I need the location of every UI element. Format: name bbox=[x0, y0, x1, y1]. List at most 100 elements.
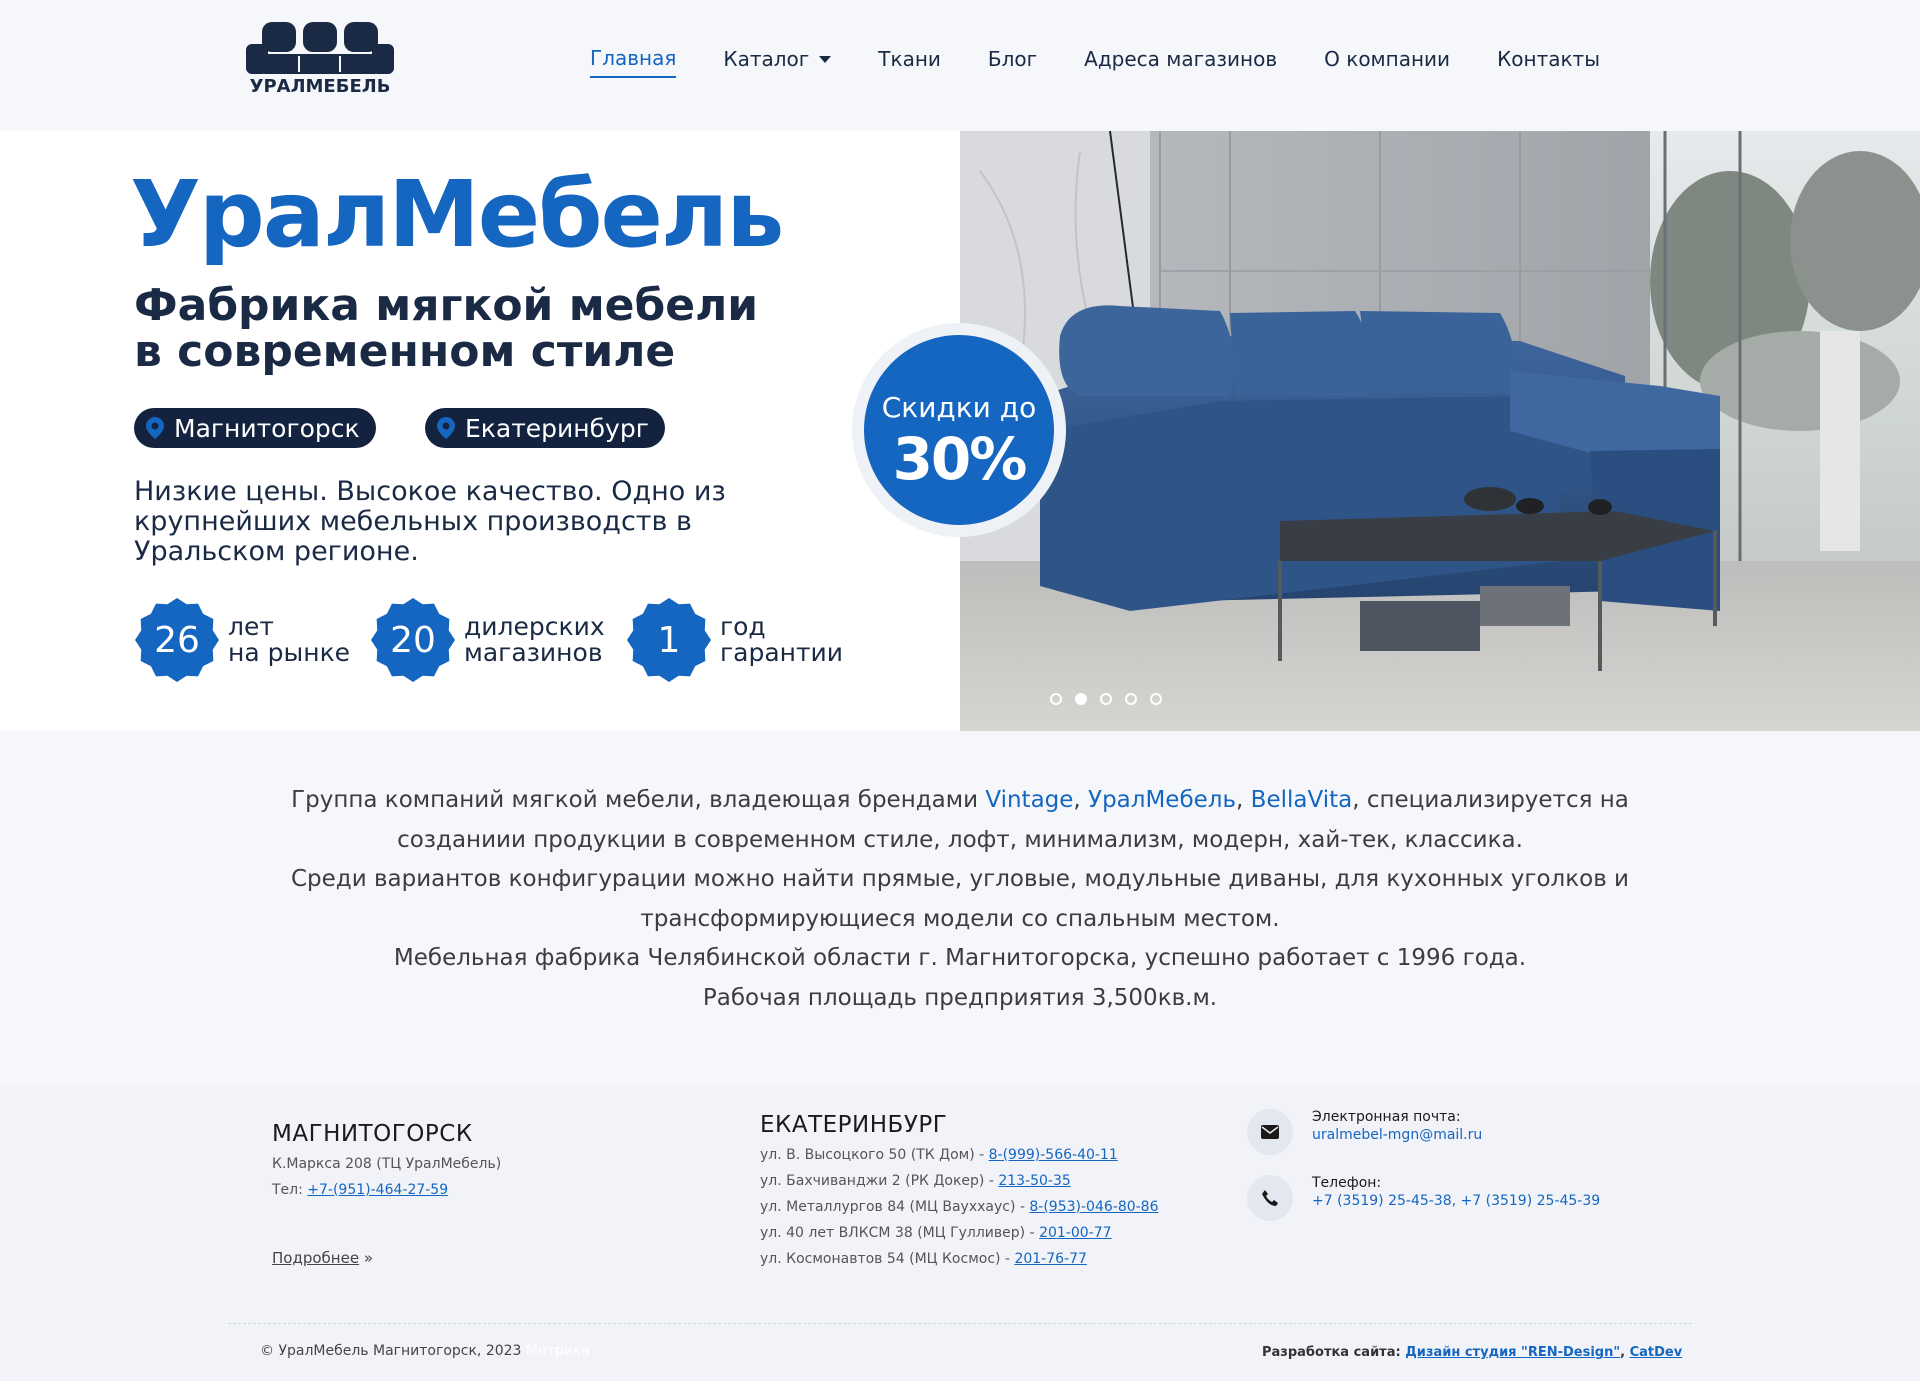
store-phone-link[interactable]: 8-(999)-566-40-11 bbox=[989, 1147, 1118, 1163]
location-pin-icon bbox=[437, 417, 455, 439]
contact-email-link[interactable]: uralmebel-mgn@mail.ru bbox=[1312, 1125, 1482, 1145]
nav-store-addresses-label: Адреса магазинов bbox=[1084, 47, 1278, 71]
more-arrow: » bbox=[359, 1249, 373, 1267]
about-text-part: , bbox=[1073, 787, 1089, 813]
slider-dot[interactable] bbox=[1100, 693, 1112, 705]
about-section: Группа компаний мягкой мебели, владеющая… bbox=[0, 731, 1920, 1085]
footer-ekaterinburg: ЕКАТЕРИНБУРГ ул. В. Высоцкого 50 (ТК Дом… bbox=[760, 1112, 1159, 1272]
city-pill-label: Екатеринбург bbox=[465, 413, 649, 443]
slider-dot[interactable] bbox=[1125, 693, 1137, 705]
nav-home[interactable]: Главная bbox=[590, 46, 677, 78]
logo-text: УРАЛМЕБЕЛЬ bbox=[249, 76, 391, 97]
contact-phone: Телефон: +7 (3519) 25-45-38, +7 (3519) 2… bbox=[1247, 1175, 1600, 1221]
nav-about[interactable]: О компании bbox=[1324, 46, 1450, 78]
city-pill-magnitogorsk[interactable]: Магнитогорск bbox=[134, 408, 376, 448]
site-logo[interactable]: УРАЛМЕБЕЛЬ bbox=[246, 20, 394, 102]
slider-pagination bbox=[1050, 693, 1162, 705]
nav-fabrics-label: Ткани bbox=[878, 47, 941, 71]
slider-dot[interactable] bbox=[1150, 693, 1162, 705]
store-list: ул. В. Высоцкого 50 (ТК Дом) - 8-(999)-5… bbox=[760, 1142, 1159, 1272]
city-pill-label: Магнитогорск bbox=[174, 413, 360, 443]
stat-badge: 20 bbox=[370, 597, 456, 683]
store-address: ул. В. Высоцкого 50 (ТК Дом) - bbox=[760, 1147, 989, 1163]
store-address: ул. Бахчиванджи 2 (РК Докер) - bbox=[760, 1173, 999, 1189]
more-link[interactable]: Подробнее bbox=[272, 1249, 359, 1267]
stat-value: 1 bbox=[657, 619, 681, 661]
stat-label: лет на рынке bbox=[228, 612, 351, 667]
hero-banner: УралМебель Фабрика мягкой мебели в совре… bbox=[0, 131, 1920, 731]
nav-catalog[interactable]: Каталог bbox=[723, 46, 832, 78]
stat-label: год гарантии bbox=[720, 612, 844, 667]
stat-value: 20 bbox=[390, 619, 436, 661]
stat-warranty: 1 год гарантии bbox=[626, 597, 843, 683]
footer-phone-line: Тел: +7-(951)-464-27-59 bbox=[272, 1177, 501, 1203]
store-item: ул. Космонавтов 54 (МЦ Космос) - 201-76-… bbox=[760, 1246, 1159, 1272]
footer-magnitogorsk: МАГНИТОГОРСК К.Маркса 208 (ТЦ УралМебель… bbox=[272, 1121, 501, 1203]
store-address: ул. 40 лет ВЛКСМ 38 (МЦ Гулливер) - bbox=[760, 1225, 1040, 1241]
more-link-row: Подробнее » bbox=[272, 1249, 373, 1267]
discount-circle: Скидки до 30% bbox=[864, 335, 1054, 525]
developer-credit: Разработка сайта: Дизайн студия "REN-Des… bbox=[1262, 1345, 1682, 1360]
store-item: ул. Бахчиванджи 2 (РК Докер) - 213-50-35 bbox=[760, 1168, 1159, 1194]
store-phone-link[interactable]: 8-(953)-046-80-86 bbox=[1029, 1199, 1158, 1215]
contact-email-label: Электронная почта: bbox=[1312, 1109, 1461, 1125]
nav-store-addresses[interactable]: Адреса магазинов bbox=[1084, 46, 1277, 78]
city-pill-ekaterinburg[interactable]: Екатеринбург bbox=[425, 408, 665, 448]
hero-tagline: Низкие цены. Высокое качество. Одно из к… bbox=[134, 476, 726, 567]
slider-dot-active[interactable] bbox=[1075, 693, 1087, 705]
footer-city-title: ЕКАТЕРИНБУРГ bbox=[760, 1112, 948, 1138]
store-phone-link[interactable]: 213-50-35 bbox=[998, 1173, 1070, 1189]
store-address: ул. Металлургов 84 (МЦ Вауххаус) - bbox=[760, 1199, 1030, 1215]
contact-phone-body: Телефон: +7 (3519) 25-45-38, +7 (3519) 2… bbox=[1312, 1175, 1600, 1221]
site-header: УРАЛМЕБЕЛЬ Главная Каталог Ткани Блог Ад… bbox=[0, 0, 1920, 131]
contact-phone-numbers[interactable]: +7 (3519) 25-45-38, +7 (3519) 25-45-39 bbox=[1312, 1191, 1600, 1211]
contact-email: Электронная почта: uralmebel-mgn@mail.ru bbox=[1247, 1109, 1482, 1155]
location-pin-icon bbox=[146, 417, 164, 439]
brand-link-vintage[interactable]: Vintage bbox=[985, 787, 1073, 813]
stat-years: 26 лет на рынке bbox=[134, 597, 350, 683]
store-item: ул. В. Высоцкого 50 (ТК Дом) - 8-(999)-5… bbox=[760, 1142, 1159, 1168]
developer-catdev-link[interactable]: CatDev bbox=[1630, 1345, 1683, 1360]
nav-contacts[interactable]: Контакты bbox=[1497, 46, 1600, 78]
site-footer: МАГНИТОГОРСК К.Маркса 208 (ТЦ УралМебель… bbox=[0, 1085, 1920, 1381]
nav-blog[interactable]: Блог bbox=[988, 46, 1037, 78]
store-phone-link[interactable]: 201-76-77 bbox=[1014, 1251, 1086, 1267]
stat-badge: 1 bbox=[626, 597, 712, 683]
footer-phone-label: Тел: bbox=[272, 1182, 308, 1198]
nav-catalog-label: Каталог bbox=[723, 47, 810, 71]
store-address: ул. Космонавтов 54 (МЦ Космос) - bbox=[760, 1251, 1015, 1267]
nav-home-label: Главная bbox=[590, 46, 677, 70]
about-text-part: Среди вариантов конфигурации можно найти… bbox=[290, 866, 1630, 932]
stat-dealers: 20 дилерских магазинов bbox=[370, 597, 605, 683]
contact-email-body: Электронная почта: uralmebel-mgn@mail.ru bbox=[1312, 1109, 1482, 1155]
brand-link-uralmebel[interactable]: УралМебель bbox=[1088, 787, 1236, 813]
footer-address: К.Маркса 208 (ТЦ УралМебель) bbox=[272, 1156, 502, 1172]
brand-link-bellavita[interactable]: BellaVita bbox=[1251, 787, 1353, 813]
developer-separator: , bbox=[1620, 1345, 1630, 1360]
copyright-text: © УралМебель Магнитогорск, 2023 bbox=[260, 1343, 522, 1359]
metrika-link[interactable]: Метрика bbox=[526, 1343, 590, 1359]
stat-value: 26 bbox=[154, 619, 200, 661]
sofa-logo-icon bbox=[246, 22, 394, 74]
discount-badge: Скидки до 30% bbox=[852, 323, 1066, 537]
footer-phone-link[interactable]: +7-(951)-464-27-59 bbox=[307, 1182, 448, 1198]
about-text-part: , bbox=[1236, 787, 1251, 813]
main-nav: Главная Каталог Ткани Блог Адреса магази… bbox=[590, 46, 1647, 78]
hero-text-panel: УралМебель Фабрика мягкой мебели в совре… bbox=[0, 131, 960, 731]
developer-studio-link[interactable]: Дизайн студия "REN-Design" bbox=[1405, 1345, 1620, 1360]
about-text-part: Рабочая площадь предприятия 3,500кв.м. bbox=[702, 984, 1218, 1011]
footer-city-title: МАГНИТОГОРСК bbox=[272, 1121, 473, 1147]
nav-fabrics[interactable]: Ткани bbox=[878, 46, 941, 78]
copyright: © УралМебель Магнитогорск, 2023 Метрика bbox=[260, 1343, 590, 1359]
about-text: Группа компаний мягкой мебели, владеющая… bbox=[270, 781, 1650, 1018]
chevron-down-icon bbox=[819, 55, 832, 63]
discount-caption: Скидки до bbox=[881, 391, 1037, 424]
phone-icon bbox=[1247, 1175, 1293, 1221]
stat-label: дилерских магазинов bbox=[464, 612, 605, 667]
hero-brand-title: УралМебель bbox=[130, 161, 784, 268]
nav-about-label: О компании bbox=[1324, 47, 1451, 71]
store-phone-link[interactable]: 201-00-77 bbox=[1039, 1225, 1111, 1241]
hero-sofa-photo bbox=[960, 131, 1920, 731]
slider-dot[interactable] bbox=[1050, 693, 1062, 705]
contact-phone-label: Телефон: bbox=[1312, 1175, 1382, 1191]
